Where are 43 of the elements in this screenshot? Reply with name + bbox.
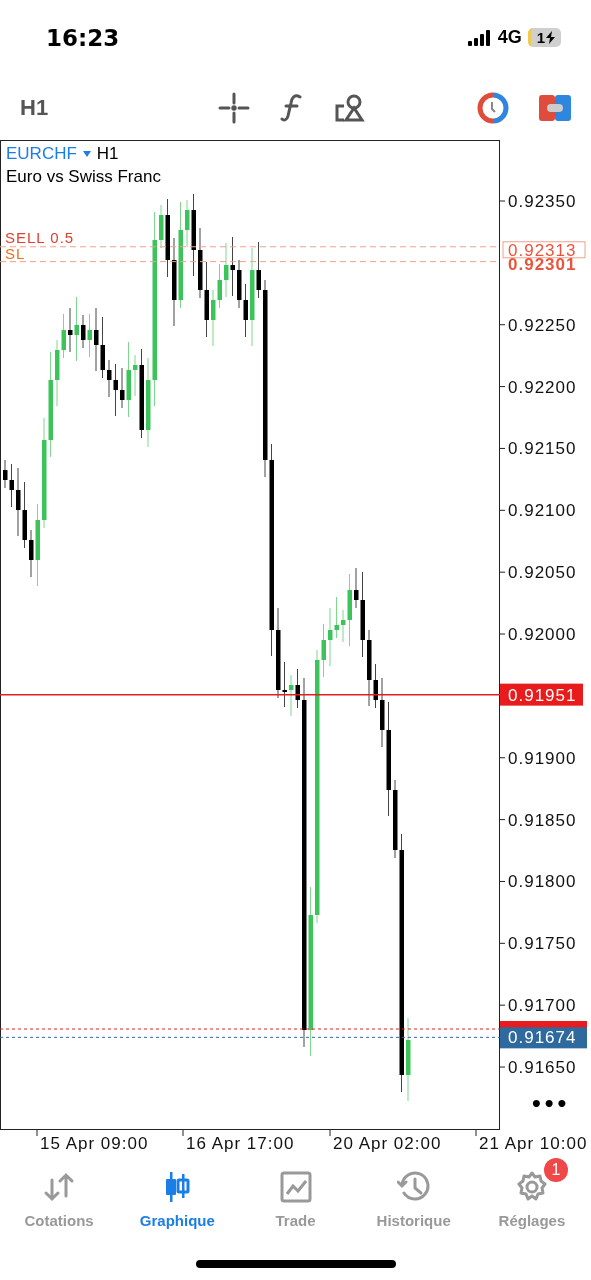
time-axis-label: 20 Apr 02:00 xyxy=(333,1134,442,1153)
settings-icon xyxy=(515,1171,548,1203)
nav-tab[interactable]: Historique xyxy=(354,1160,473,1250)
battery-indicator: 1 xyxy=(527,28,561,47)
symbol-description: Euro vs Swiss Franc xyxy=(6,167,161,187)
price-axis-label: 0.92250 xyxy=(508,315,577,335)
nav-tab[interactable]: Cotations xyxy=(0,1160,119,1250)
crosshair-icon[interactable] xyxy=(218,91,251,124)
price-axis-label: 0.92200 xyxy=(508,377,577,397)
price-axis-label: 0.91800 xyxy=(508,872,577,892)
price-axis-label: 0.91650 xyxy=(508,1058,577,1078)
price-axis-label: 0.92350 xyxy=(508,192,577,211)
network-label: 4G xyxy=(497,27,522,48)
symbol-selector[interactable]: EURCHF xyxy=(6,144,77,164)
nav-tab[interactable]: Trade xyxy=(236,1160,355,1250)
more-button[interactable]: ••• xyxy=(530,1092,569,1116)
price-axis-label: 0.91900 xyxy=(508,748,577,768)
order-label: SELL 0.5 xyxy=(5,228,75,246)
price-axis-label: 0.92000 xyxy=(508,625,577,644)
time-axis-label: 16 Apr 17:00 xyxy=(186,1134,295,1153)
chart-timeframe: H1 xyxy=(96,144,119,164)
ask-price-tag: 0.91674 xyxy=(500,1027,587,1049)
clock: 16:23 xyxy=(46,24,120,51)
dropdown-icon[interactable] xyxy=(82,151,91,157)
history-icon xyxy=(396,1171,431,1203)
candles-icon xyxy=(164,1171,191,1203)
price-axis-label: 0.92150 xyxy=(508,439,577,459)
price-axis-label: 0.91750 xyxy=(508,934,577,954)
price-axis-label: 0.91700 xyxy=(508,996,577,1016)
price-axis-label: 0.91850 xyxy=(508,810,577,830)
nav-tab[interactable]: 1 Réglages xyxy=(472,1160,591,1250)
line-chart-icon xyxy=(279,1171,312,1203)
nav-tab[interactable]: Graphique xyxy=(118,1160,237,1250)
signal-icon xyxy=(467,29,492,46)
notification-badge: 1 xyxy=(543,1158,568,1182)
timeframe-button[interactable]: H1 xyxy=(20,94,49,121)
price-axis-label: 0.92100 xyxy=(508,501,577,521)
time-axis-label: 21 Apr 10:00 xyxy=(479,1134,588,1153)
clock-toggle-icon[interactable] xyxy=(477,91,509,124)
stop-loss-label: SL xyxy=(5,244,26,262)
bid-price-tag: 0.91951 xyxy=(500,683,583,706)
time-axis-label: 15 Apr 09:00 xyxy=(40,1134,149,1153)
price-axis-label: 0.92050 xyxy=(508,563,577,583)
